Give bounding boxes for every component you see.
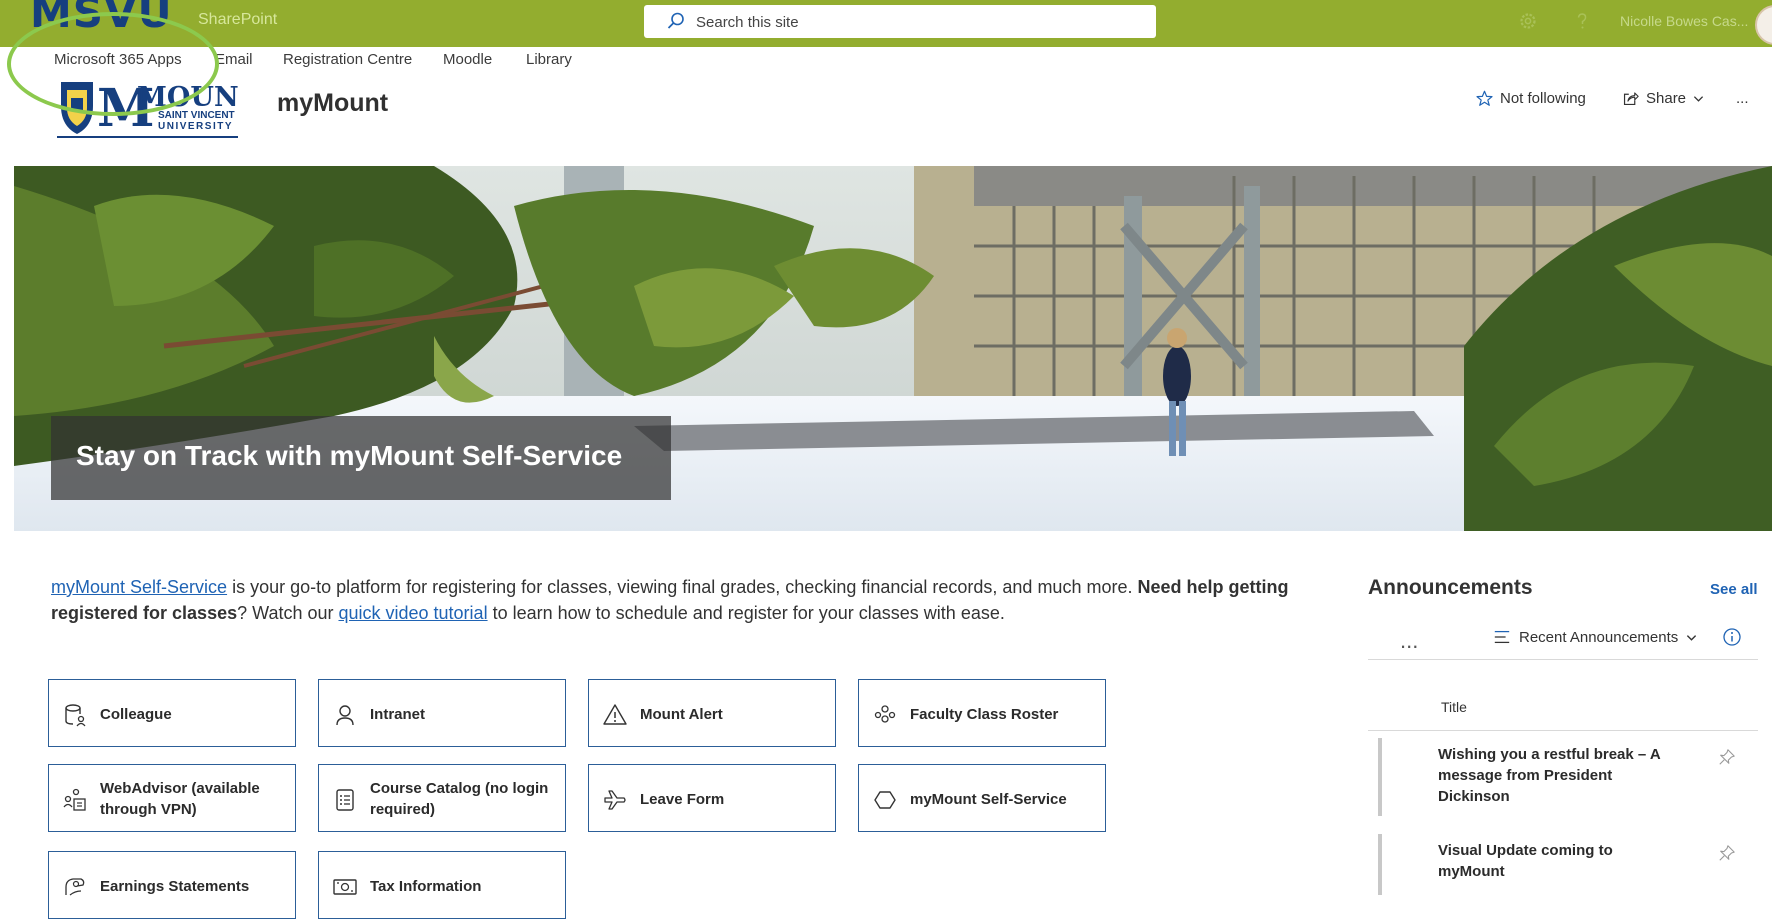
people-group-icon (874, 705, 896, 723)
chevron-down-icon (1693, 96, 1704, 102)
hub-nav-email[interactable]: Email (215, 51, 253, 68)
user-name[interactable]: Nicolle Bowes Cas... (1620, 13, 1748, 29)
help-icon[interactable] (1572, 11, 1592, 31)
avatar[interactable] (1755, 5, 1772, 45)
tile-label: Colleague (100, 705, 172, 723)
pin-icon[interactable] (1718, 844, 1736, 862)
view-selector[interactable]: Recent Announcements (1493, 628, 1697, 646)
share-button[interactable]: Share (1622, 90, 1704, 107)
logo-line3: UNIVERSITY (158, 121, 233, 132)
intro-text-3: to learn how to schedule and register fo… (487, 603, 1005, 623)
intro-text-2: ? Watch our (237, 603, 339, 623)
intro-text-1: is your go-to platform for registering f… (227, 577, 1138, 597)
video-tutorial-link[interactable]: quick video tutorial (338, 603, 487, 623)
airplane-icon (604, 790, 626, 810)
tile-label: WebAdvisor (available through VPN) (100, 780, 260, 818)
quick-link-earnings-statements[interactable]: Earnings Statements (48, 851, 296, 919)
tile-label: myMount Self-Service (910, 790, 1067, 808)
warning-icon (603, 704, 627, 725)
pin-icon[interactable] (1718, 748, 1736, 766)
money-icon (333, 879, 357, 895)
highlight-circle (7, 12, 219, 116)
people-building-icon (63, 788, 86, 811)
quick-link-colleague[interactable]: Colleague (48, 679, 296, 747)
divider (1368, 730, 1758, 731)
hub-nav-moodle[interactable]: Moodle (443, 51, 492, 68)
tile-label: Mount Alert (640, 705, 723, 723)
item-indicator (1378, 834, 1382, 895)
divider (1368, 659, 1758, 660)
intro-text: myMount Self-Service is your go-to platf… (51, 574, 1331, 626)
database-user-icon (65, 704, 86, 727)
quick-link-faculty-class-roster[interactable]: Faculty Class Roster (858, 679, 1106, 747)
announcements-more-button[interactable]: ... (1400, 628, 1418, 654)
chevron-down-icon (1687, 634, 1697, 641)
suite-bar: MSVU SharePoint Search this site Nicolle… (0, 0, 1772, 47)
sharepoint-app-name[interactable]: SharePoint (198, 11, 277, 29)
tile-label: Intranet (370, 705, 426, 723)
item-indicator (1378, 738, 1382, 816)
see-all-link[interactable]: See all (1710, 581, 1758, 598)
self-service-link[interactable]: myMount Self-Service (51, 577, 227, 597)
tile-label: Tax Information (370, 877, 482, 895)
announcement-item[interactable]: Visual Update coming to myMount (1378, 834, 1758, 895)
hexagon-icon (874, 791, 896, 809)
tile-label: Leave Form (640, 790, 725, 808)
logo-line2: SAINT VINCENT (158, 110, 235, 121)
column-header-title[interactable]: Title (1441, 699, 1467, 715)
announcement-item[interactable]: Wishing you a restful break – A message … (1378, 738, 1758, 816)
hero-banner: Stay on Track with myMount Self-Service (14, 166, 1772, 531)
hero-caption[interactable]: Stay on Track with myMount Self-Service (51, 416, 671, 500)
site-title[interactable]: myMount (277, 89, 388, 118)
quick-link-leave-form[interactable]: Leave Form (588, 764, 836, 832)
more-label: ... (1736, 90, 1749, 107)
quick-link-course-catalog[interactable]: Course Catalog (no login required) (318, 764, 566, 832)
share-icon (1623, 92, 1639, 106)
tile-label: Faculty Class Roster (910, 705, 1059, 723)
view-lines-icon (1494, 630, 1510, 644)
view-selector-label: Recent Announcements (1519, 628, 1679, 646)
search-placeholder: Search this site (696, 14, 799, 31)
quick-link-mount-alert[interactable]: Mount Alert (588, 679, 836, 747)
announcement-title: Wishing you a restful break – A message … (1438, 746, 1661, 805)
more-options-button[interactable]: ... (1736, 90, 1749, 107)
tile-label: Course Catalog (no login required) (370, 780, 549, 818)
hub-nav-library[interactable]: Library (526, 51, 572, 68)
hub-nav-registration-centre[interactable]: Registration Centre (283, 51, 412, 68)
follow-label: Not following (1500, 90, 1586, 107)
search-box[interactable]: Search this site (644, 5, 1156, 38)
announcements-title: Announcements (1368, 576, 1533, 599)
quick-link-webadvisor[interactable]: WebAdvisor (available through VPN) (48, 764, 296, 832)
list-document-icon (336, 789, 354, 811)
quick-link-intranet[interactable]: Intranet (318, 679, 566, 747)
tile-label: Earnings Statements (100, 877, 250, 895)
follow-button[interactable]: Not following (1476, 90, 1586, 107)
person-icon (336, 705, 354, 726)
info-icon[interactable] (1722, 627, 1742, 647)
star-icon (1476, 90, 1493, 106)
hero-caption-text: Stay on Track with myMount Self-Service (76, 440, 623, 471)
gear-icon[interactable] (1518, 11, 1538, 31)
quick-link-tax-information[interactable]: Tax Information (318, 851, 566, 919)
share-label: Share (1646, 90, 1687, 107)
announcements-command-bar: ... Recent Announcements (1368, 625, 1758, 661)
search-icon (667, 12, 684, 29)
announcement-title: Visual Update coming to myMount (1438, 842, 1613, 880)
quick-link-mymount-self-service[interactable]: myMount Self-Service (858, 764, 1106, 832)
money-hand-icon (65, 878, 85, 896)
